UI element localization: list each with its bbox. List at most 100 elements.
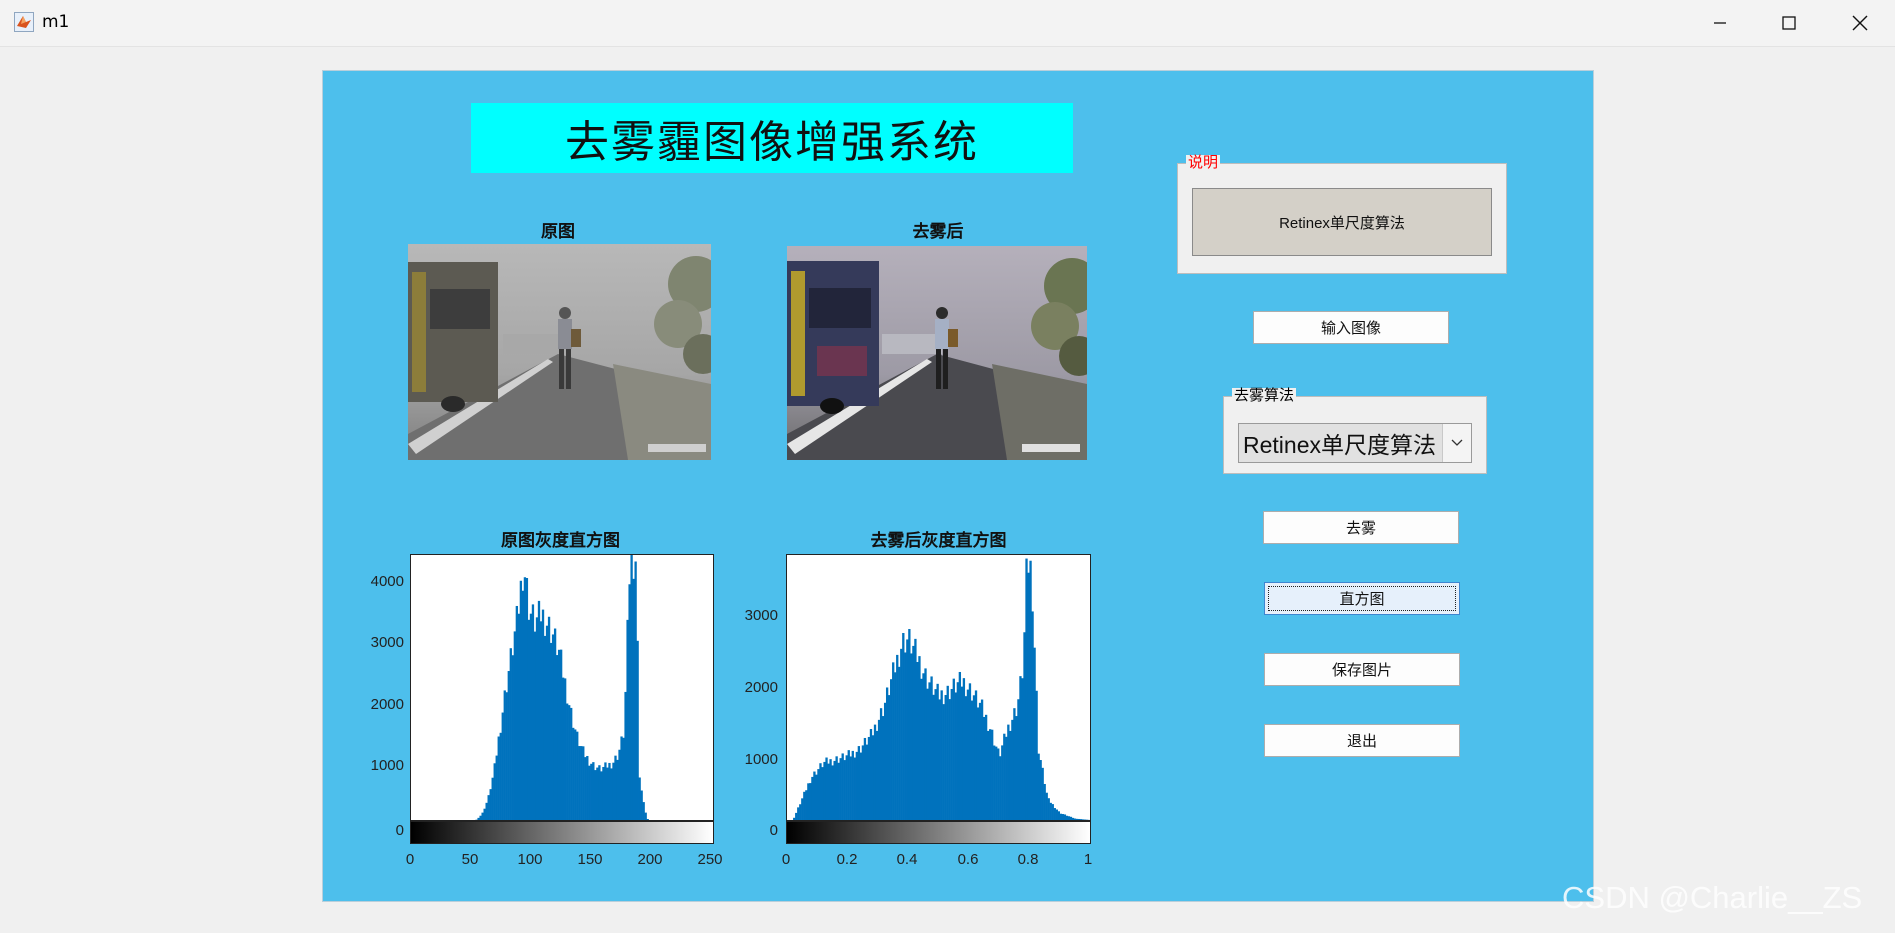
histogram-bar (564, 678, 567, 820)
histogram-bar (898, 666, 901, 820)
histogram-bar (1071, 817, 1075, 820)
histogram-bar (543, 635, 547, 820)
histogram-bar (960, 686, 964, 820)
close-button[interactable] (1825, 0, 1895, 46)
histogram-bar (1051, 804, 1054, 820)
hist1-xtick: 250 (697, 851, 723, 868)
histogram-bar (912, 645, 915, 820)
histogram-bar (608, 762, 611, 820)
algorithm-select[interactable]: Retinex单尺度算法 (1238, 423, 1472, 463)
page-title: 去雾霾图像增强系统 (471, 103, 1073, 173)
hist1-xtick: 50 (461, 851, 479, 868)
histogram-bar (801, 798, 804, 820)
original-colorbar (410, 821, 714, 844)
histogram-bar (1055, 809, 1058, 820)
histogram-bar (845, 755, 848, 820)
histogram-bar (863, 737, 867, 820)
histogram-bar (1001, 745, 1004, 820)
histogram-bar (578, 746, 581, 820)
histogram-bar (823, 761, 826, 820)
input-image-button[interactable]: 输入图像 (1253, 311, 1449, 344)
exit-button[interactable]: 退出 (1264, 724, 1460, 757)
histogram-bar (799, 804, 802, 820)
histogram-bar (865, 744, 869, 820)
histogram-bar (841, 753, 844, 820)
histogram-bar (1061, 814, 1065, 820)
histogram-bar (936, 683, 939, 820)
hist2-ytick: 1000 (744, 751, 778, 768)
histogram-bar (849, 756, 852, 820)
histogram-bar (616, 759, 619, 820)
histogram-bar (527, 619, 531, 820)
histogram-bar (632, 578, 635, 820)
histogram-bar (962, 678, 966, 820)
histogram-bar (807, 783, 810, 820)
histogram-bar (999, 756, 1002, 820)
histogram-bar (972, 695, 976, 820)
histogram-bar (495, 755, 498, 820)
hist2-xtick: 0.4 (896, 851, 918, 868)
histogram-bar (881, 716, 885, 820)
histogram-bar (809, 783, 812, 820)
original-image-title: 原图 (541, 222, 575, 242)
histogram-bar (974, 690, 978, 820)
main-panel: 去雾霾图像增强系统 原图 去雾后 原图灰度直方图 去雾后灰度直方图 0 1000… (322, 70, 1594, 902)
histogram-bar (642, 802, 645, 820)
hist1-xtick: 150 (577, 851, 603, 868)
histogram-bar (1039, 760, 1042, 820)
histogram-button[interactable]: 直方图 (1264, 582, 1460, 615)
histogram-bar (986, 730, 990, 820)
histogram-bar (976, 707, 980, 820)
minimize-button[interactable] (1685, 0, 1755, 46)
histogram-bar (624, 691, 627, 820)
algorithm-group: 去雾算法 Retinex单尺度算法 (1223, 388, 1487, 474)
histogram-bar (946, 685, 949, 820)
histogram-bar (557, 649, 561, 820)
dehaze-button[interactable]: 去雾 (1263, 511, 1459, 544)
histogram-bar (586, 755, 589, 820)
histogram-bar (1065, 815, 1069, 820)
hist2-xtick: 0.8 (1017, 851, 1039, 868)
histogram-bar (821, 767, 824, 820)
histogram-bar (926, 688, 929, 820)
histogram-bar (630, 555, 633, 820)
histogram-bar (948, 699, 951, 820)
histogram-bar (570, 707, 573, 820)
histogram-bar (797, 807, 800, 820)
histogram-bar (523, 577, 527, 820)
histogram-bar (602, 766, 605, 820)
histogram-bar (545, 625, 549, 820)
histogram-bar (847, 750, 850, 820)
chevron-down-icon[interactable] (1442, 424, 1471, 462)
maximize-icon (1782, 16, 1796, 30)
histogram-bar (940, 690, 943, 820)
histogram-bar (1015, 716, 1018, 820)
histogram-bar (831, 765, 834, 820)
histogram-bar (479, 815, 482, 820)
histogram-bar (606, 767, 609, 820)
maximize-button[interactable] (1754, 0, 1824, 46)
focus-ring (1268, 586, 1456, 611)
histogram-bar (853, 757, 856, 820)
histogram-bar (950, 688, 953, 820)
histogram-bar (892, 662, 895, 820)
algorithm-group-label: 去雾算法 (1232, 386, 1297, 404)
histogram-bar (1023, 632, 1026, 820)
histogram-bar (980, 699, 984, 820)
hist2-xtick: 0 (781, 851, 791, 868)
histogram-bar (883, 702, 887, 820)
histogram-bar (1037, 753, 1040, 820)
save-image-button[interactable]: 保存图片 (1264, 653, 1460, 686)
hist2-ytick: 2000 (744, 679, 778, 696)
dehazed-histogram (786, 554, 1091, 821)
dehazed-image (787, 246, 1087, 460)
histogram-bar (584, 757, 587, 820)
histogram-bar (513, 631, 516, 820)
histogram-bar (843, 760, 846, 820)
histogram-bar (592, 762, 595, 820)
histogram-bar (914, 638, 917, 820)
histogram-bar (968, 683, 972, 820)
histogram-bar (628, 584, 631, 820)
histogram-bar (576, 731, 579, 820)
histogram-bar (942, 704, 945, 820)
